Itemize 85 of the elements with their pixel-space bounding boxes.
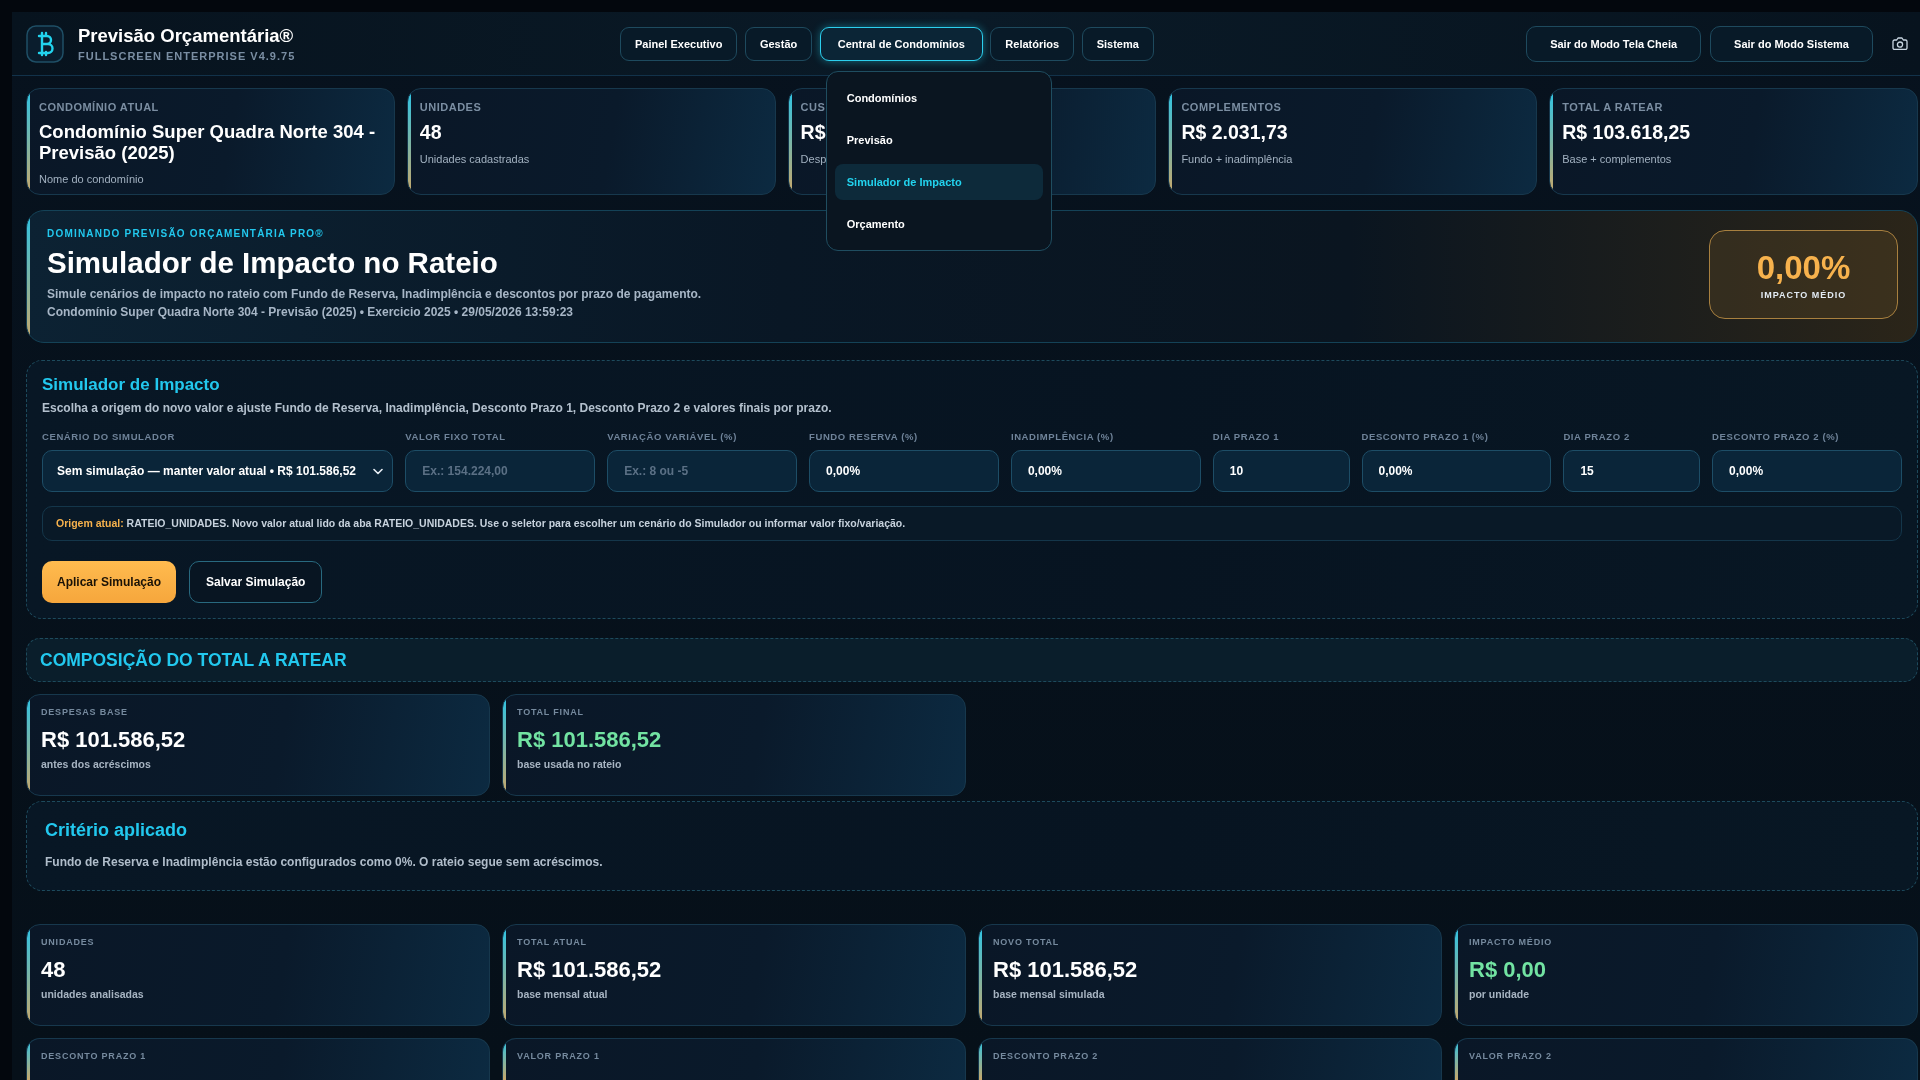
section-description: Escolha a origem do novo valor e ajuste Fundo de Reserva, Inadimplência, Desconto Prazo 1, Desconto Prazo 2 e valores finais por prazo. bbox=[42, 400, 832, 416]
hero-kicker: DOMINANDO PREVISÃO ORÇAMENTÁRIA PRO® bbox=[47, 228, 324, 240]
menu-item[interactable]: Orçamento bbox=[834, 205, 1043, 242]
stat-value: R$ 101.586,52 bbox=[41, 727, 186, 753]
stat-label: VALOR PRAZO 1 bbox=[517, 1050, 600, 1062]
stat-label: UNIDADES bbox=[41, 936, 95, 948]
scenario-select[interactable]: Sem simulação — manter valor atual • R$ 101.586,52 bbox=[42, 450, 394, 492]
stat-caption: por unidade bbox=[1469, 988, 1530, 1001]
stat-label: DESPESAS BASE bbox=[41, 706, 128, 718]
stat-caption: Nome do condomínio bbox=[39, 173, 144, 186]
stat-label: CONDOMÍNIO ATUAL bbox=[39, 101, 159, 114]
impact-value: 0,00% bbox=[1756, 248, 1851, 287]
stat-caption: Desp bbox=[800, 153, 827, 166]
stat-value: Condomínio Super Quadra Norte 304 - Previsão (2025) bbox=[39, 121, 377, 163]
stat-label: IMPACTO MÉDIO bbox=[1469, 936, 1553, 948]
stat-value: R$ 101.586,52 bbox=[517, 727, 662, 753]
app-title: Previsão Orçamentária® bbox=[78, 24, 294, 47]
input-field[interactable]: 0,00% bbox=[1361, 450, 1552, 492]
stat-label: DESCONTO PRAZO 1 bbox=[41, 1050, 147, 1062]
nav-tab[interactable]: Gestão bbox=[744, 26, 813, 61]
input-field[interactable]: 0,00% bbox=[1010, 450, 1201, 492]
action-button[interactable]: Aplicar Simulação bbox=[42, 561, 177, 603]
nav-tab[interactable]: Central de Condomínios bbox=[819, 26, 983, 61]
stat-label: TOTAL A RATEAR bbox=[1562, 101, 1663, 114]
input-field[interactable]: 15 bbox=[1563, 450, 1701, 492]
input-field[interactable]: 10 bbox=[1212, 450, 1350, 492]
stat-caption: antes dos acréscimos bbox=[41, 758, 151, 771]
page-title: Simulador de Impacto no Rateio bbox=[47, 246, 498, 280]
stat-label: COMPLEMENTOS bbox=[1181, 101, 1282, 114]
stat-value: R$ 101.586,52 bbox=[993, 957, 1138, 983]
field-label: DIA PRAZO 1 bbox=[1212, 431, 1280, 443]
nav-tab[interactable]: Relatórios bbox=[990, 26, 1075, 61]
stat-label: CUS bbox=[800, 101, 826, 114]
stat-label: TOTAL ATUAL bbox=[517, 936, 587, 948]
hero-description: Simule cenários de impacto no rateio com Fundo de Reserva, Inadimplência e descontos por prazo de pagamento. bbox=[47, 286, 702, 303]
action-button[interactable]: Salvar Simulação bbox=[189, 561, 323, 603]
field-label: VARIAÇÃO VARIÁVEL (%) bbox=[607, 431, 737, 443]
stat-value: R$ 103.618,25 bbox=[1562, 121, 1691, 143]
nav-tab[interactable]: Painel Executivo bbox=[620, 26, 738, 61]
field-label: DIA PRAZO 2 bbox=[1563, 431, 1630, 443]
section-title: Critério aplicado bbox=[45, 819, 188, 841]
stat-caption: base mensal atual bbox=[517, 988, 608, 1001]
field-label: CENÁRIO DO SIMULADOR bbox=[42, 431, 175, 443]
input-field[interactable]: Ex.: 154.224,00 bbox=[405, 450, 596, 492]
field-label: VALOR FIXO TOTAL bbox=[405, 431, 506, 443]
stat-label: UNIDADES bbox=[419, 101, 482, 114]
input-field[interactable]: 0,00% bbox=[1712, 450, 1902, 492]
stat-caption: Base + complementos bbox=[1562, 153, 1672, 166]
stat-value: R$ 101.586,52 bbox=[517, 957, 662, 983]
input-field[interactable]: 0,00% bbox=[809, 450, 999, 492]
menu-item[interactable]: Previsão bbox=[834, 121, 1043, 158]
chevron-icon bbox=[373, 467, 384, 475]
menu-item[interactable]: Condomínios bbox=[834, 79, 1043, 116]
origin-note: Origem atual: RATEIO_UNIDADES. Novo valor atual lido da aba RATEIO_UNIDADES. Use o seletor para escolher um cenário do Simulador ou informar valor fixo/variação. bbox=[42, 506, 1902, 541]
input-field[interactable]: Ex.: 8 ou -5 bbox=[607, 450, 798, 492]
stat-label: NOVO TOTAL bbox=[993, 936, 1060, 948]
field-label: INADIMPLÊNCIA (%) bbox=[1010, 431, 1114, 443]
exit-mode-button[interactable]: Sair do Modo Tela Cheia bbox=[1526, 25, 1702, 62]
nav-tab[interactable]: Sistema bbox=[1081, 26, 1154, 61]
field-label: DESCONTO PRAZO 2 (%) bbox=[1712, 431, 1839, 443]
stat-caption: unidades analisadas bbox=[41, 988, 144, 1001]
stat-value: 48 bbox=[419, 121, 442, 143]
stat-label: DESCONTO PRAZO 2 bbox=[993, 1050, 1099, 1062]
logo-icon bbox=[26, 24, 64, 63]
impact-label: IMPACTO MÉDIO bbox=[1760, 288, 1847, 301]
stat-value: R$ 2.031,73 bbox=[1181, 121, 1288, 143]
stat-caption: Unidades cadastradas bbox=[419, 153, 530, 166]
stat-caption: Fundo + inadimplência bbox=[1181, 153, 1293, 166]
field-label: FUNDO RESERVA (%) bbox=[809, 431, 918, 443]
stat-label: VALOR PRAZO 2 bbox=[1469, 1050, 1552, 1062]
criteria-text: Fundo de Reserva e Inadimplência estão configurados como 0%. O rateio segue sem acréscimos. bbox=[45, 854, 603, 870]
menu-item[interactable]: Simulador de Impacto bbox=[834, 163, 1043, 200]
stat-value: 48 bbox=[41, 957, 66, 983]
stat-value: R$ 0,00 bbox=[1469, 957, 1547, 983]
camera-icon[interactable] bbox=[1892, 36, 1908, 51]
hero-context: Condomínio Super Quadra Norte 304 - Previsão (2025) • Exercicio 2025 • 29/05/2026 13:59:23 bbox=[47, 304, 573, 321]
app-version: FULLSCREEN ENTERPRISE V4.9.75 bbox=[78, 49, 296, 63]
field-label: DESCONTO PRAZO 1 (%) bbox=[1361, 431, 1489, 443]
section-header: COMPOSIÇÃO DO TOTAL A RATEAR bbox=[26, 638, 1918, 682]
stat-value: R$ bbox=[800, 121, 826, 143]
stat-caption: base usada no rateio bbox=[517, 758, 622, 771]
stat-caption: base mensal simulada bbox=[993, 988, 1105, 1001]
section-title: Simulador de Impacto bbox=[42, 374, 220, 396]
exit-mode-button[interactable]: Sair do Modo Sistema bbox=[1710, 25, 1873, 62]
stat-label: TOTAL FINAL bbox=[517, 706, 584, 718]
